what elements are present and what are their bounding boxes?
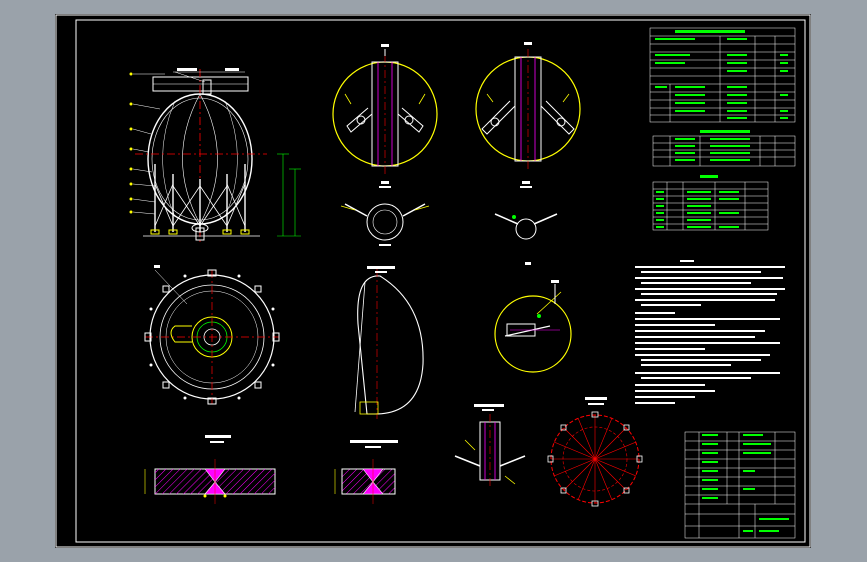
material-table bbox=[652, 135, 796, 167]
weld-detail-2 bbox=[334, 440, 398, 504]
engineering-drawing bbox=[55, 14, 811, 548]
technical-characteristics-table bbox=[649, 27, 796, 123]
shell-profile-section bbox=[354, 266, 424, 419]
detail-view-2 bbox=[475, 42, 581, 169]
tank-plan-view bbox=[144, 265, 280, 405]
section-view-b bbox=[494, 181, 558, 240]
tank-elevation-view bbox=[129, 68, 301, 244]
section-view-a bbox=[340, 181, 430, 246]
cad-drawing-sheet bbox=[55, 14, 811, 548]
nozzle-detail bbox=[454, 404, 526, 488]
weld-detail-1 bbox=[144, 435, 276, 504]
detail-view-1 bbox=[332, 44, 438, 174]
detail-view-3 bbox=[494, 262, 572, 373]
technical-requirements-notes bbox=[635, 260, 785, 404]
radial-layout-diagram bbox=[547, 397, 643, 507]
title-block bbox=[684, 431, 796, 539]
